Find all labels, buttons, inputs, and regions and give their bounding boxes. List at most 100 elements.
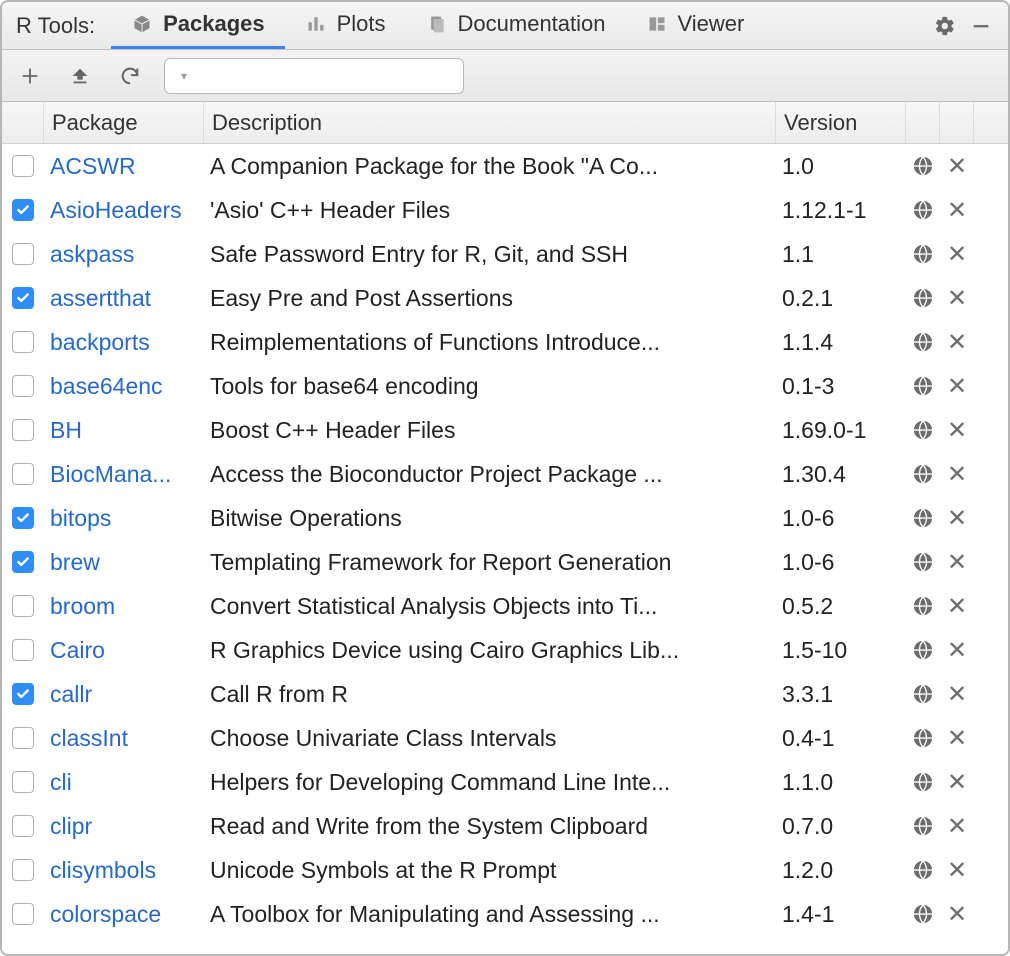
package-name-link[interactable]: colorspace [44,901,204,928]
update-packages-button[interactable] [64,60,96,92]
close-icon[interactable]: ✕ [946,813,968,839]
table-row: assertthatEasy Pre and Post Assertions0.… [2,276,1008,320]
globe-icon[interactable] [912,505,934,531]
package-checkbox[interactable] [12,903,34,925]
close-icon[interactable]: ✕ [946,373,968,399]
package-checkbox[interactable] [12,507,34,529]
package-name-link[interactable]: AsioHeaders [44,197,204,224]
globe-icon[interactable] [912,549,934,575]
tab-documentation[interactable]: Documentation [406,2,626,49]
package-version: 0.1-3 [776,373,906,400]
globe-icon[interactable] [912,725,934,751]
package-name-link[interactable]: cli [44,769,204,796]
globe-icon[interactable] [912,153,934,179]
close-icon[interactable]: ✕ [946,197,968,223]
package-checkbox[interactable] [12,595,34,617]
package-checkbox[interactable] [12,859,34,881]
package-name-link[interactable]: clipr [44,813,204,840]
package-checkbox[interactable] [12,419,34,441]
package-version: 1.1.4 [776,329,906,356]
search-box[interactable]: ▾ [164,58,464,94]
table-row: callrCall R from R3.3.1✕ [2,672,1008,716]
globe-icon[interactable] [912,901,934,927]
package-version: 1.2.0 [776,857,906,884]
tab-plots[interactable]: Plots [285,2,406,49]
package-checkbox[interactable] [12,727,34,749]
package-checkbox[interactable] [12,375,34,397]
settings-button[interactable] [930,11,960,41]
close-icon[interactable]: ✕ [946,681,968,707]
package-checkbox[interactable] [12,331,34,353]
package-name-link[interactable]: classInt [44,725,204,752]
close-icon[interactable]: ✕ [946,329,968,355]
packages-table-body[interactable]: ACSWRA Companion Package for the Book "A… [2,144,1008,954]
package-name-link[interactable]: bitops [44,505,204,532]
package-name-link[interactable]: base64enc [44,373,204,400]
package-name-link[interactable]: ACSWR [44,153,204,180]
install-package-button[interactable] [14,60,46,92]
close-icon[interactable]: ✕ [946,857,968,883]
globe-icon[interactable] [912,857,934,883]
col-version[interactable]: Version [776,102,906,143]
package-checkbox[interactable] [12,243,34,265]
globe-icon[interactable] [912,461,934,487]
package-version: 1.0-6 [776,505,906,532]
globe-icon[interactable] [912,637,934,663]
close-icon[interactable]: ✕ [946,153,968,179]
package-name-link[interactable]: Cairo [44,637,204,664]
globe-icon[interactable] [912,813,934,839]
package-description: 'Asio' C++ Header Files [204,197,776,224]
close-icon[interactable]: ✕ [946,593,968,619]
docs-icon [426,13,448,35]
package-checkbox[interactable] [12,155,34,177]
refresh-button[interactable] [114,60,146,92]
packages-toolbar: ▾ [2,50,1008,102]
col-action3 [974,102,1008,143]
viewer-icon [646,13,668,35]
tab-packages[interactable]: Packages [111,2,285,49]
globe-icon[interactable] [912,681,934,707]
package-name-link[interactable]: brew [44,549,204,576]
close-icon[interactable]: ✕ [946,241,968,267]
package-checkbox[interactable] [12,287,34,309]
package-checkbox[interactable] [12,639,34,661]
package-name-link[interactable]: callr [44,681,204,708]
package-checkbox[interactable] [12,551,34,573]
box-icon [131,13,153,35]
package-name-link[interactable]: assertthat [44,285,204,312]
package-checkbox[interactable] [12,771,34,793]
close-icon[interactable]: ✕ [946,285,968,311]
search-input[interactable] [193,63,462,88]
close-icon[interactable]: ✕ [946,549,968,575]
package-name-link[interactable]: BiocMana... [44,461,204,488]
globe-icon[interactable] [912,593,934,619]
globe-icon[interactable] [912,285,934,311]
close-icon[interactable]: ✕ [946,505,968,531]
globe-icon[interactable] [912,241,934,267]
package-name-link[interactable]: broom [44,593,204,620]
col-description[interactable]: Description [204,102,776,143]
close-icon[interactable]: ✕ [946,901,968,927]
package-version: 1.1 [776,241,906,268]
package-name-link[interactable]: BH [44,417,204,444]
package-name-link[interactable]: askpass [44,241,204,268]
package-checkbox[interactable] [12,463,34,485]
minimize-button[interactable] [966,11,996,41]
globe-icon[interactable] [912,769,934,795]
globe-icon[interactable] [912,197,934,223]
package-name-link[interactable]: clisymbols [44,857,204,884]
package-name-link[interactable]: backports [44,329,204,356]
close-icon[interactable]: ✕ [946,725,968,751]
package-checkbox[interactable] [12,199,34,221]
globe-icon[interactable] [912,373,934,399]
close-icon[interactable]: ✕ [946,637,968,663]
col-package[interactable]: Package [44,102,204,143]
close-icon[interactable]: ✕ [946,461,968,487]
package-checkbox[interactable] [12,683,34,705]
globe-icon[interactable] [912,329,934,355]
close-icon[interactable]: ✕ [946,417,968,443]
tab-viewer[interactable]: Viewer [626,2,765,49]
globe-icon[interactable] [912,417,934,443]
close-icon[interactable]: ✕ [946,769,968,795]
package-checkbox[interactable] [12,815,34,837]
